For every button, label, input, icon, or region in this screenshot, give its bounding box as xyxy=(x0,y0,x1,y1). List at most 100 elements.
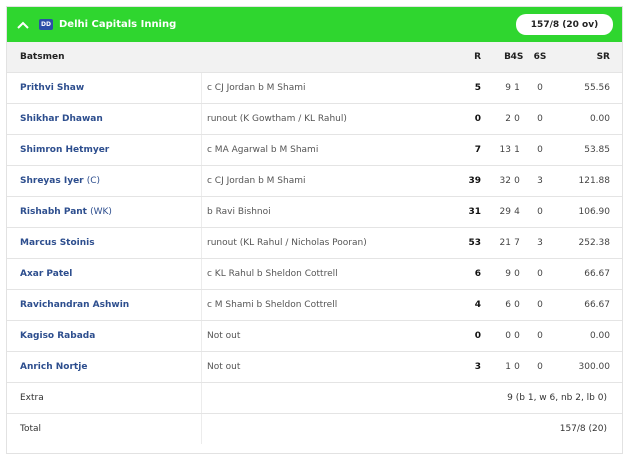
table-row: Kagiso Rabada Not out 0 0 0 0 0.00 xyxy=(7,320,622,351)
runs-value: 7 xyxy=(474,145,481,155)
chevron-up-icon[interactable] xyxy=(15,17,31,33)
column-divider xyxy=(201,166,202,196)
batsman-role: (C) xyxy=(86,176,101,186)
strike-rate-value: 66.67 xyxy=(584,269,610,279)
batsman-name-link[interactable]: Shimron Hetmyer xyxy=(20,145,109,155)
header-sixes: 6S xyxy=(533,52,547,62)
strike-rate-value: 0.00 xyxy=(589,114,610,124)
table-row: Rishabh Pant (WK) b Ravi Bishnoi 31 29 4 0 106… xyxy=(7,196,622,227)
batsman-name-link[interactable]: Shikhar Dhawan xyxy=(20,114,103,124)
table-row: Prithvi Shaw c CJ Jordan b M Shami 5 9 1 0 55.… xyxy=(7,72,622,103)
column-divider xyxy=(201,259,202,289)
table-row: Shimron Hetmyer c MA Agarwal b M Shami 7 13… xyxy=(7,134,622,165)
batsman-role: (WK) xyxy=(90,207,112,217)
strike-rate-value: 121.88 xyxy=(578,176,611,186)
scorecard-panel: DD Delhi Capitals Inning 157/8 (20 ov) B… xyxy=(6,6,623,454)
total-label: Total xyxy=(20,424,42,434)
runs-value: 3 xyxy=(474,362,481,372)
extra-label: Extra xyxy=(20,393,44,403)
batsman-name[interactable]: Shreyas Iyer xyxy=(20,176,84,186)
batsman-name-link[interactable]: Marcus Stoinis xyxy=(20,238,95,248)
batsman-name[interactable]: Anrich Nortje xyxy=(20,362,87,372)
batsman-name[interactable]: Marcus Stoinis xyxy=(20,238,95,248)
runs-value: 5 xyxy=(474,83,481,93)
strike-rate-value: 300.00 xyxy=(578,362,611,372)
dismissal-text: Not out xyxy=(207,331,241,341)
table-row: Ravichandran Ashwin c M Shami b Sheldon C… xyxy=(7,289,622,320)
batsman-name[interactable]: Prithvi Shaw xyxy=(20,83,84,93)
column-divider xyxy=(201,352,202,382)
sixes-value: 0 xyxy=(537,331,543,341)
batsman-name[interactable]: Kagiso Rabada xyxy=(20,331,95,341)
runs-value: 31 xyxy=(468,207,481,217)
sixes-value: 0 xyxy=(537,83,543,93)
table-row: Shreyas Iyer (C) c CJ Jordan b M Shami 39 3… xyxy=(7,165,622,196)
batsman-name-link[interactable]: Ravichandran Ashwin xyxy=(20,300,129,310)
sixes-value: 0 xyxy=(537,269,543,279)
total-row: Total 157/8 (20) xyxy=(7,413,622,444)
sixes-value: 3 xyxy=(537,176,543,186)
column-divider xyxy=(201,197,202,227)
strike-rate-value: 53.85 xyxy=(584,145,610,155)
batsman-name-link[interactable]: Shreyas Iyer (C) xyxy=(20,176,100,186)
batsman-name[interactable]: Axar Patel xyxy=(20,269,72,279)
column-divider xyxy=(201,135,202,165)
header-batsmen: Batsmen xyxy=(20,52,65,62)
batsman-name-link[interactable]: Kagiso Rabada xyxy=(20,331,95,341)
header-strike-rate: SR xyxy=(596,52,610,62)
batsman-name[interactable]: Shimron Hetmyer xyxy=(20,145,109,155)
sixes-value: 0 xyxy=(537,207,543,217)
table-row: Shikhar Dhawan runout (K Gowtham / KL Rah… xyxy=(7,103,622,134)
batsman-name-link[interactable]: Axar Patel xyxy=(20,269,72,279)
header-runs: R xyxy=(474,52,481,62)
dismissal-text: c MA Agarwal b M Shami xyxy=(207,145,319,155)
team-logo: DD xyxy=(39,19,53,30)
extra-value: 9 (b 1, w 6, nb 2, lb 0) xyxy=(507,393,607,403)
innings-header[interactable]: DD Delhi Capitals Inning 157/8 (20 ov) xyxy=(7,7,622,42)
dismissal-text: runout (K Gowtham / KL Rahul) xyxy=(207,114,347,124)
strike-rate-value: 252.38 xyxy=(578,238,611,248)
column-divider xyxy=(201,73,202,103)
table-row: Marcus Stoinis runout (KL Rahul / Nichola… xyxy=(7,227,622,258)
runs-value: 0 xyxy=(474,331,481,341)
runs-value: 39 xyxy=(468,176,481,186)
sixes-value: 0 xyxy=(537,114,543,124)
batsman-name-link[interactable]: Anrich Nortje xyxy=(20,362,87,372)
column-divider xyxy=(201,383,202,413)
table-row: Axar Patel c KL Rahul b Sheldon Cottrell 6… xyxy=(7,258,622,289)
column-divider xyxy=(201,104,202,134)
runs-value: 6 xyxy=(474,269,481,279)
score-badge: 157/8 (20 ov) xyxy=(516,14,613,35)
runs-value: 4 xyxy=(474,300,481,310)
strike-rate-value: 106.90 xyxy=(578,207,611,217)
sixes-value: 3 xyxy=(537,238,543,248)
sixes-value: 0 xyxy=(537,145,543,155)
batsman-name-link[interactable]: Rishabh Pant (WK) xyxy=(20,207,112,217)
sixes-value: 0 xyxy=(537,300,543,310)
batsman-name[interactable]: Ravichandran Ashwin xyxy=(20,300,129,310)
dismissal-text: runout (KL Rahul / Nicholas Pooran) xyxy=(207,238,367,248)
team-name: Delhi Capitals Inning xyxy=(59,19,177,30)
batsman-name-link[interactable]: Prithvi Shaw xyxy=(20,83,84,93)
batsman-name[interactable]: Rishabh Pant xyxy=(20,207,87,217)
dismissal-text: c CJ Jordan b M Shami xyxy=(207,176,306,186)
strike-rate-value: 66.67 xyxy=(584,300,610,310)
column-divider xyxy=(201,414,202,444)
extra-row: Extra 9 (b 1, w 6, nb 2, lb 0) xyxy=(7,382,622,413)
sixes-value: 0 xyxy=(537,362,543,372)
runs-value: 0 xyxy=(474,114,481,124)
strike-rate-value: 0.00 xyxy=(589,331,610,341)
batsman-name[interactable]: Shikhar Dhawan xyxy=(20,114,103,124)
dismissal-text: c CJ Jordan b M Shami xyxy=(207,83,306,93)
column-divider xyxy=(201,321,202,351)
table-row: Anrich Nortje Not out 3 1 0 0 300.00 xyxy=(7,351,622,382)
total-value: 157/8 (20) xyxy=(559,424,607,434)
column-divider xyxy=(201,228,202,258)
dismissal-text: Not out xyxy=(207,362,241,372)
column-divider xyxy=(201,290,202,320)
dismissal-text: b Ravi Bishnoi xyxy=(207,207,271,217)
runs-value: 53 xyxy=(468,238,481,248)
strike-rate-value: 55.56 xyxy=(584,83,610,93)
dismissal-text: c KL Rahul b Sheldon Cottrell xyxy=(207,269,338,279)
dismissal-text: c M Shami b Sheldon Cottrell xyxy=(207,300,338,310)
